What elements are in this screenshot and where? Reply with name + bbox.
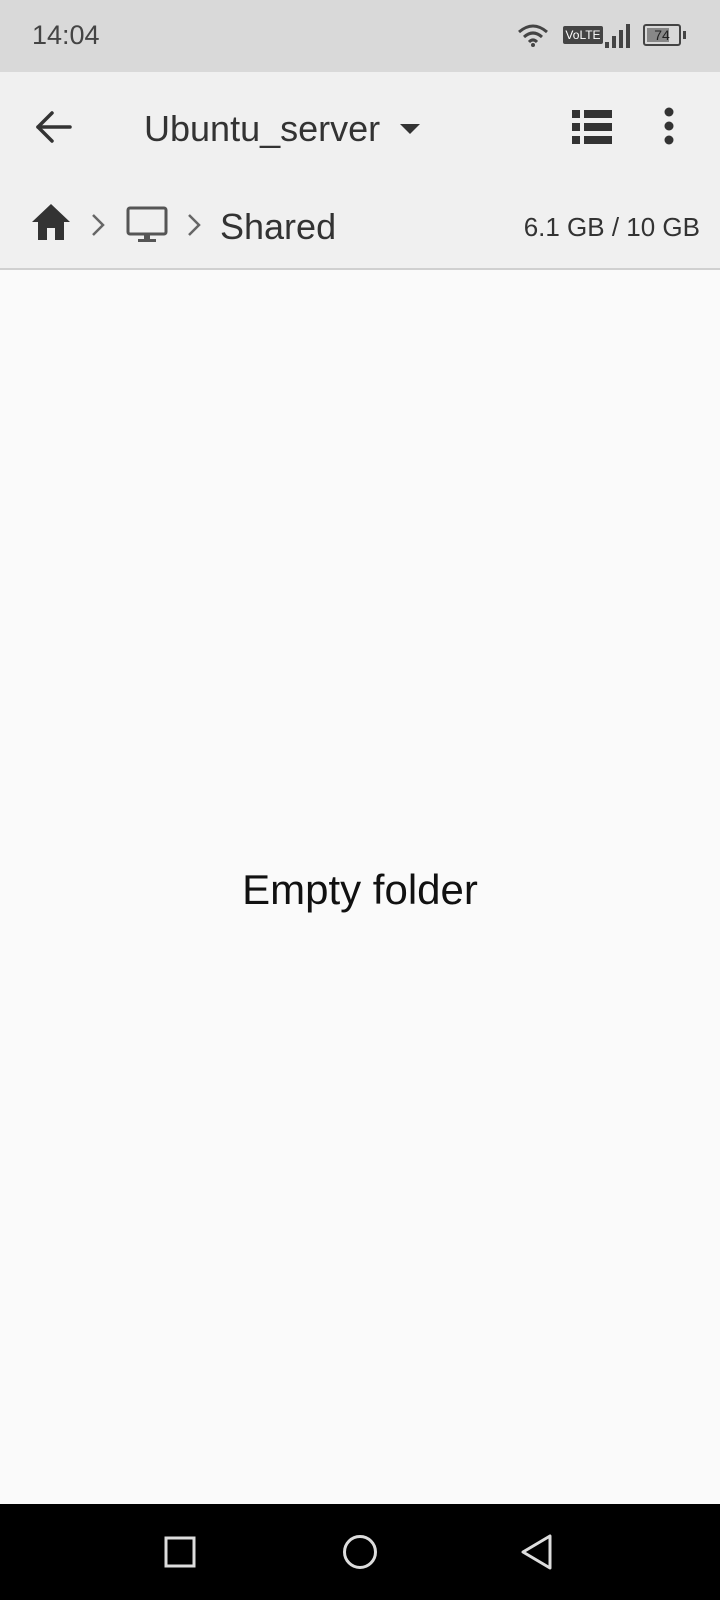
volte-badge: VoLTE: [563, 26, 603, 44]
dropdown-arrow-icon[interactable]: [398, 122, 422, 136]
breadcrumb: Shared 6.1 GB / 10 GB: [0, 182, 720, 270]
home-nav-icon[interactable]: [342, 1534, 378, 1570]
status-bar: 14:04 VoLTE 74: [0, 0, 720, 72]
server-title[interactable]: Ubuntu_server: [144, 108, 380, 150]
chevron-right-icon: [92, 214, 105, 236]
home-icon[interactable]: [30, 202, 72, 242]
computer-icon[interactable]: [126, 206, 168, 244]
back-nav-icon[interactable]: [520, 1534, 554, 1570]
back-arrow-icon: [36, 111, 72, 143]
back-button[interactable]: [30, 104, 76, 150]
status-time: 14:04: [32, 20, 100, 50]
app-toolbar: Ubuntu_server: [0, 72, 720, 182]
signal-icon: [605, 24, 630, 48]
more-vert-icon[interactable]: [663, 106, 675, 146]
wifi-icon: [518, 24, 548, 47]
battery-level: 74: [654, 27, 670, 43]
list-view-icon[interactable]: [572, 110, 612, 144]
breadcrumb-item-shared[interactable]: Shared: [220, 206, 336, 248]
empty-folder-message: Empty folder: [242, 866, 478, 913]
battery-nub: [683, 31, 686, 39]
storage-usage: 6.1 GB / 10 GB: [523, 212, 700, 242]
recent-apps-icon[interactable]: [164, 1536, 196, 1568]
system-nav-bar: [0, 1504, 720, 1600]
chevron-right-icon: [188, 214, 201, 236]
